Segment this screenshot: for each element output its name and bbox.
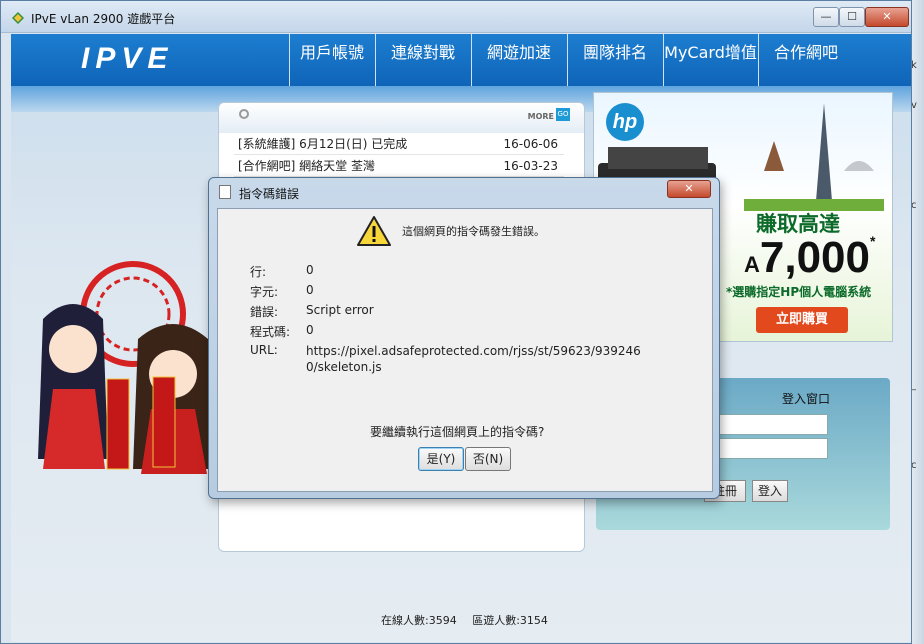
maximize-button[interactable]: ☐	[839, 7, 865, 27]
nav-user-account[interactable]: 用戶帳號	[289, 34, 374, 86]
login-title: 登入窗口	[782, 392, 831, 406]
online-count: 在線人數:3594	[381, 614, 457, 627]
warning-icon	[357, 216, 391, 246]
char-value: 0	[306, 283, 314, 297]
app-icon	[12, 12, 24, 24]
news-title: [合作網吧] 網絡天堂 荃灣	[238, 159, 375, 173]
more-link[interactable]: MORE	[528, 112, 554, 121]
nav-partner-cafe[interactable]: 合作網吧	[758, 34, 853, 86]
char-label: 字元:	[250, 285, 279, 299]
nav-mycard-topup[interactable]: MyCard增值	[663, 34, 757, 86]
go-button[interactable]: GO	[556, 108, 570, 121]
document-icon	[219, 185, 231, 199]
url-value: https://pixel.adsafeprotected.com/rjss/s…	[306, 344, 641, 374]
line-label: 行:	[250, 265, 267, 279]
online-stats: 在線人數:3594 區遊人數:3154	[381, 612, 548, 628]
nav-game-accel[interactable]: 網遊加速	[471, 34, 566, 86]
login-button[interactable]: 登入	[752, 480, 788, 502]
region-count: 區遊人數:3154	[472, 614, 548, 627]
code-label: 程式碼:	[250, 325, 291, 339]
nav-online-battle[interactable]: 連線對戰	[375, 34, 470, 86]
news-list: [系統維護] 6月12日(日) 已完成 16-06-06 [合作網吧] 網絡天堂…	[234, 133, 564, 177]
news-header: MORE GO	[219, 103, 584, 133]
username-input[interactable]	[708, 414, 828, 435]
error-message: 這個網頁的指令碼發生錯誤。	[402, 225, 545, 238]
line-value: 0	[306, 263, 314, 277]
ad-subline: *選購指定HP個人電腦系統	[726, 285, 872, 299]
window-title: IPvE vLan 2900 遊戲平台	[31, 12, 176, 26]
news-title: [系統維護] 6月12日(日) 已完成	[238, 137, 408, 151]
ipve-logo: IPVE	[81, 42, 174, 75]
mascot-image	[23, 259, 223, 489]
buy-now-button[interactable]: 立即購買	[756, 307, 848, 333]
yes-button[interactable]: 是(Y)	[418, 447, 464, 471]
dialog-title: 指令碼錯誤	[239, 187, 300, 201]
news-date: 16-06-06	[503, 137, 558, 151]
window-titlebar[interactable]: IPvE vLan 2900 遊戲平台 — ☐ ✕	[1, 1, 911, 33]
ad-amount: A7,000*	[744, 233, 876, 282]
close-button[interactable]: ✕	[865, 7, 909, 27]
password-input[interactable]	[708, 438, 828, 459]
error-value: Script error	[306, 303, 374, 317]
nav-team-ranking[interactable]: 團隊排名	[567, 34, 662, 86]
script-error-dialog: 指令碼錯誤 ✕ 這個網頁的指令碼發生錯誤。 行: 0 字元: 0 錯誤: Scr…	[208, 177, 720, 499]
url-label: URL:	[250, 343, 278, 357]
no-button[interactable]: 否(N)	[465, 447, 511, 471]
dialog-close-button[interactable]: ✕	[667, 180, 711, 198]
code-value: 0	[306, 323, 314, 337]
dialog-body: 這個網頁的指令碼發生錯誤。 行: 0 字元: 0 錯誤: Script erro…	[217, 208, 713, 492]
news-row[interactable]: [系統維護] 6月12日(日) 已完成 16-06-06	[234, 133, 564, 155]
news-date: 16-03-23	[503, 159, 558, 173]
top-navigation: IPVE 用戶帳號 連線對戰 網遊加速 團隊排名 MyCard增值 合作網吧	[11, 34, 911, 86]
continue-question: 要繼續執行這個網頁上的指令碼?	[370, 425, 545, 439]
landmarks-image	[744, 103, 884, 211]
error-label: 錯誤:	[250, 305, 279, 319]
news-row[interactable]: [合作網吧] 網絡天堂 荃灣 16-03-23	[234, 155, 564, 177]
bullet-icon	[239, 109, 249, 119]
minimize-button[interactable]: —	[813, 7, 839, 27]
